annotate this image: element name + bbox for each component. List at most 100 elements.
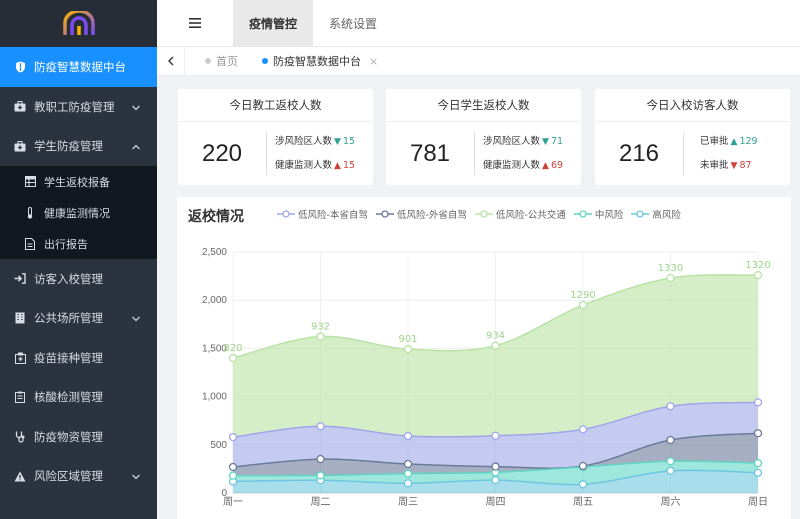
x-tick-label: 周一 — [223, 496, 243, 508]
data-point — [403, 345, 413, 354]
sidebar-item[interactable]: 出行报告 — [0, 228, 157, 259]
chevron-down-icon — [131, 471, 141, 481]
chevron-down-icon — [131, 102, 141, 112]
detail-label: 已审批 — [700, 135, 729, 147]
sidebar: 防疫智慧数据中台教职工防疫管理学生防疫管理 学生返校报备 健康监测情况 出行报告 访… — [0, 0, 157, 519]
legend-label: 低风险-本省自驾 — [298, 210, 368, 221]
arrow-up-icon: ▲ — [542, 160, 549, 171]
sidebar-item-label: 访客入校管理 — [34, 271, 103, 286]
data-point — [491, 431, 500, 440]
x-tick-label: 周六 — [661, 496, 681, 508]
detail-value: 87 — [739, 159, 752, 171]
sign-in-icon — [14, 273, 26, 285]
sidebar-item[interactable]: 风险区域管理 — [0, 457, 157, 497]
y-tick-label: 1,000 — [202, 392, 227, 403]
sidebar-item-label: 疫苗接种管理 — [34, 350, 103, 365]
file-icon — [24, 237, 36, 250]
data-point — [228, 432, 238, 442]
legend-marker — [573, 210, 592, 218]
hamburger-icon[interactable] — [157, 0, 233, 46]
data-point — [578, 425, 588, 434]
detail-label: 未审批 — [700, 159, 729, 171]
legend-item[interactable]: 高风险 — [631, 207, 681, 221]
tab-system-settings[interactable]: 系统设置 — [313, 0, 393, 46]
data-point — [491, 475, 500, 485]
detail-row: 涉风险区人数 ▼ 71 — [483, 130, 581, 154]
data-point — [578, 461, 588, 471]
legend-item[interactable]: 低风险-公共交通 — [474, 207, 566, 221]
legend-label: 低风险-外省自驾 — [396, 210, 467, 221]
x-tick-label: 周四 — [486, 496, 506, 508]
x-tick-label: 周三 — [398, 496, 418, 508]
logo[interactable] — [0, 0, 157, 47]
sidebar-item[interactable]: 教职工防疫管理 — [0, 87, 157, 127]
chart-panel: 0 500 1,000 1,500 2,000 2,500 周一 周二 周三 周四 周五 周六 周日 82… — [177, 197, 791, 519]
sidebar-item[interactable]: 学生返校报备 — [0, 166, 157, 197]
detail-value: 71 — [550, 135, 564, 147]
card-staff-return: 今日教工返校人数 220 涉风险区人数 ▼ 15 健康监测人数 ▲ 15 — [178, 89, 373, 185]
data-point — [316, 422, 325, 431]
data-point — [403, 469, 413, 478]
sidebar-item[interactable]: 健康监测情况 — [0, 197, 157, 228]
detail-row: 涉风险区人数 ▼ 15 — [275, 130, 373, 154]
arrow-up-icon: ▲ — [730, 136, 738, 147]
sidebar-item[interactable]: 防疫智慧数据中台 — [0, 47, 157, 87]
legend-marker — [474, 210, 493, 218]
card-student-return: 今日学生返校人数 781 涉风险区人数 ▼ 71 健康监测人数 ▲ 69 — [386, 89, 581, 185]
sidebar-item[interactable]: 访客入校管理 — [0, 259, 157, 299]
card-value: 220 — [201, 139, 243, 167]
data-point — [666, 466, 675, 475]
data-point — [228, 471, 238, 480]
y-tick-label: 500 — [210, 440, 227, 451]
x-tick-label: 周五 — [573, 496, 593, 508]
arrow-down-icon: ▼ — [542, 136, 549, 147]
tag-dot — [262, 58, 268, 64]
data-point — [228, 462, 238, 472]
sidebar-item[interactable]: 核酸检测管理 — [0, 378, 157, 418]
data-point — [666, 402, 675, 411]
tab-epidemic-control[interactable]: 疫情管控 — [233, 0, 314, 46]
data-point — [491, 341, 500, 350]
legend-item[interactable]: 低风险-外省自驾 — [375, 207, 467, 221]
legend-label: 中风险 — [594, 210, 624, 221]
hospital-icon — [14, 352, 26, 364]
chevron-left-icon[interactable] — [157, 46, 185, 76]
data-label: 1290 — [570, 290, 595, 301]
thermometer-icon — [24, 206, 36, 219]
detail-label: 涉风险区人数 — [483, 135, 541, 147]
sidebar-item-label: 教职工防疫管理 — [34, 99, 115, 114]
arrow-up-icon: ▲ — [334, 160, 341, 171]
sidebar-item[interactable]: 疫苗接种管理 — [0, 338, 157, 378]
detail-row: 未审批 ▼ 87 — [700, 154, 790, 178]
legend-item[interactable]: 低风险-本省自驾 — [277, 207, 368, 221]
sidebar-item-label: 风险区域管理 — [34, 469, 103, 484]
medkit-icon — [14, 101, 26, 113]
sidebar-item[interactable]: 防疫物资管理 — [0, 417, 157, 457]
sidebar-item[interactable]: 学生防疫管理 — [0, 127, 157, 167]
tag-dashboard[interactable]: 防疫智慧数据中台 × — [250, 47, 390, 76]
data-label: 901 — [398, 334, 417, 345]
legend-marker — [631, 210, 650, 218]
card-value: 781 — [409, 139, 451, 167]
area-chart: 05001,0001,5002,0002,500周一 周二 周三 周四 周五 周六 周日82… — [202, 247, 771, 508]
chevron-up-icon — [131, 141, 141, 151]
data-label: 932 — [311, 321, 330, 332]
data-point — [316, 454, 325, 464]
data-point — [403, 431, 413, 441]
close-icon[interactable]: × — [369, 55, 378, 68]
shield-icon — [14, 61, 26, 73]
sidebar-item-label: 防疫物资管理 — [34, 429, 103, 444]
warning-icon — [14, 470, 26, 482]
tag-home[interactable]: 首页 — [193, 47, 250, 76]
legend-item[interactable]: 中风险 — [573, 207, 624, 221]
card-title: 今日学生返校人数 — [386, 89, 581, 122]
submenu-student: 学生返校报备 健康监测情况 出行报告 — [0, 166, 157, 259]
sidebar-item-label: 公共场所管理 — [34, 311, 103, 326]
tag-dot — [205, 58, 211, 64]
arrow-down-icon: ▼ — [334, 136, 341, 147]
data-point — [228, 353, 238, 363]
sidebar-item[interactable]: 公共场所管理 — [0, 299, 157, 339]
data-point — [666, 435, 675, 445]
sidebar-item-label: 核酸检测管理 — [34, 390, 103, 405]
x-tick-label: 周日 — [748, 496, 768, 508]
